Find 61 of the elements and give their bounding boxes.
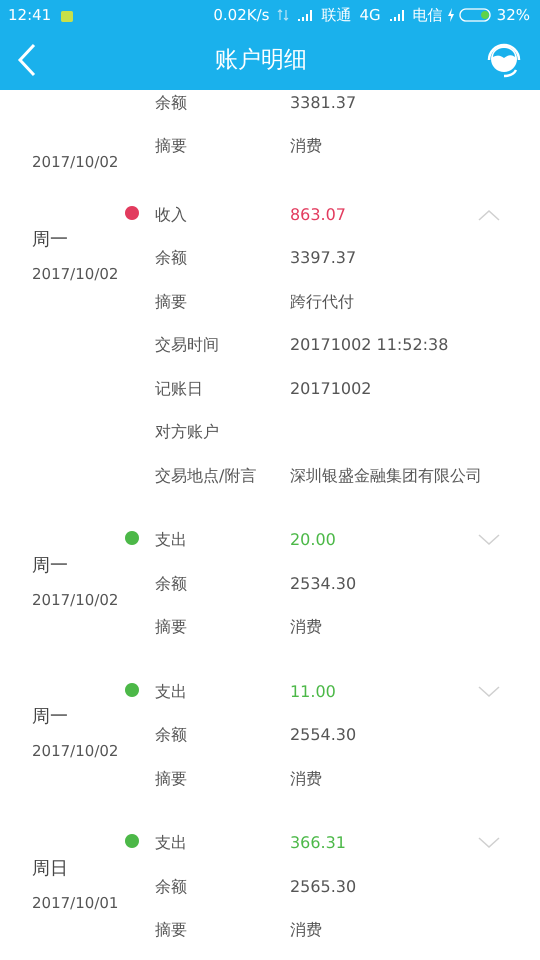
network-speed-text: 0.02K/s <box>213 4 270 26</box>
type-label: 支出 <box>155 529 188 552</box>
field-value: 20171002 11:52:38 <box>290 334 448 356</box>
field-value: 消费 <box>290 135 322 158</box>
battery-percent-text: 32% <box>496 4 530 26</box>
type-label: 收入 <box>155 204 188 226</box>
amount-text: 11.00 <box>290 680 337 703</box>
field-label: 余额 <box>155 92 188 114</box>
field-label: 交易地点/附言 <box>155 464 258 487</box>
field-label: 摘要 <box>155 616 188 638</box>
expand-chevron-icon[interactable] <box>478 837 500 850</box>
date-text: 2017/10/02 <box>32 264 120 284</box>
field-label: 摘要 <box>155 135 188 158</box>
type-label: 支出 <box>155 832 188 854</box>
charging-icon <box>446 8 455 22</box>
field-label: 对方账户 <box>155 421 220 444</box>
battery-icon <box>458 7 493 23</box>
field-label: 摘要 <box>155 768 188 790</box>
field-value: 3381.37 <box>290 92 356 114</box>
carrier-text: 联通 <box>321 4 352 26</box>
weekday-text: 周一 <box>32 554 69 578</box>
field-value: 2565.30 <box>290 876 356 898</box>
field-value: 消费 <box>290 768 322 790</box>
field-label: 余额 <box>155 247 188 270</box>
field-label: 余额 <box>155 724 188 746</box>
network-type-text: 4G <box>359 4 381 26</box>
weekday-text: 周一 <box>32 705 69 729</box>
page-title: 账户明细 <box>215 46 307 75</box>
date-text: 2017/10/01 <box>32 892 120 912</box>
field-value: 3397.37 <box>290 247 356 270</box>
field-label: 余额 <box>155 572 188 595</box>
collapse-chevron-icon[interactable] <box>478 208 500 221</box>
signal-icon <box>388 8 405 22</box>
field-value: 2534.30 <box>290 572 356 595</box>
weekday-text: 周一 <box>32 228 69 252</box>
date-text: 2017/10/02 <box>32 152 120 172</box>
date-text: 2017/10/02 <box>32 590 120 610</box>
field-value: 深圳银盛金融集团有限公司 <box>290 464 482 487</box>
field-value: 2554.30 <box>290 724 356 746</box>
field-value: 消费 <box>290 919 322 942</box>
carrier-text: 电信 <box>412 4 443 26</box>
field-value: 跨行代付 <box>290 290 354 313</box>
field-label: 记账日 <box>155 378 204 400</box>
amount-text: 863.07 <box>290 204 347 226</box>
weekday-text: 周日 <box>32 856 69 880</box>
field-label: 摘要 <box>155 290 188 313</box>
field-label: 摘要 <box>155 919 188 942</box>
amount-text: 366.31 <box>290 832 347 854</box>
data-arrows-icon <box>277 8 290 22</box>
back-button[interactable] <box>16 43 38 77</box>
field-value: 20171002 <box>290 378 372 400</box>
field-label: 余额 <box>155 876 188 898</box>
type-label: 支出 <box>155 680 188 703</box>
field-label: 交易时间 <box>155 334 220 356</box>
date-text: 2017/10/02 <box>32 741 120 761</box>
field-value: 消费 <box>290 616 322 638</box>
clock-text: 12:41 <box>8 4 52 26</box>
expand-chevron-icon[interactable] <box>478 534 500 546</box>
expand-chevron-icon[interactable] <box>478 686 500 698</box>
signal-icon <box>297 8 314 22</box>
amount-text: 20.00 <box>290 529 337 552</box>
